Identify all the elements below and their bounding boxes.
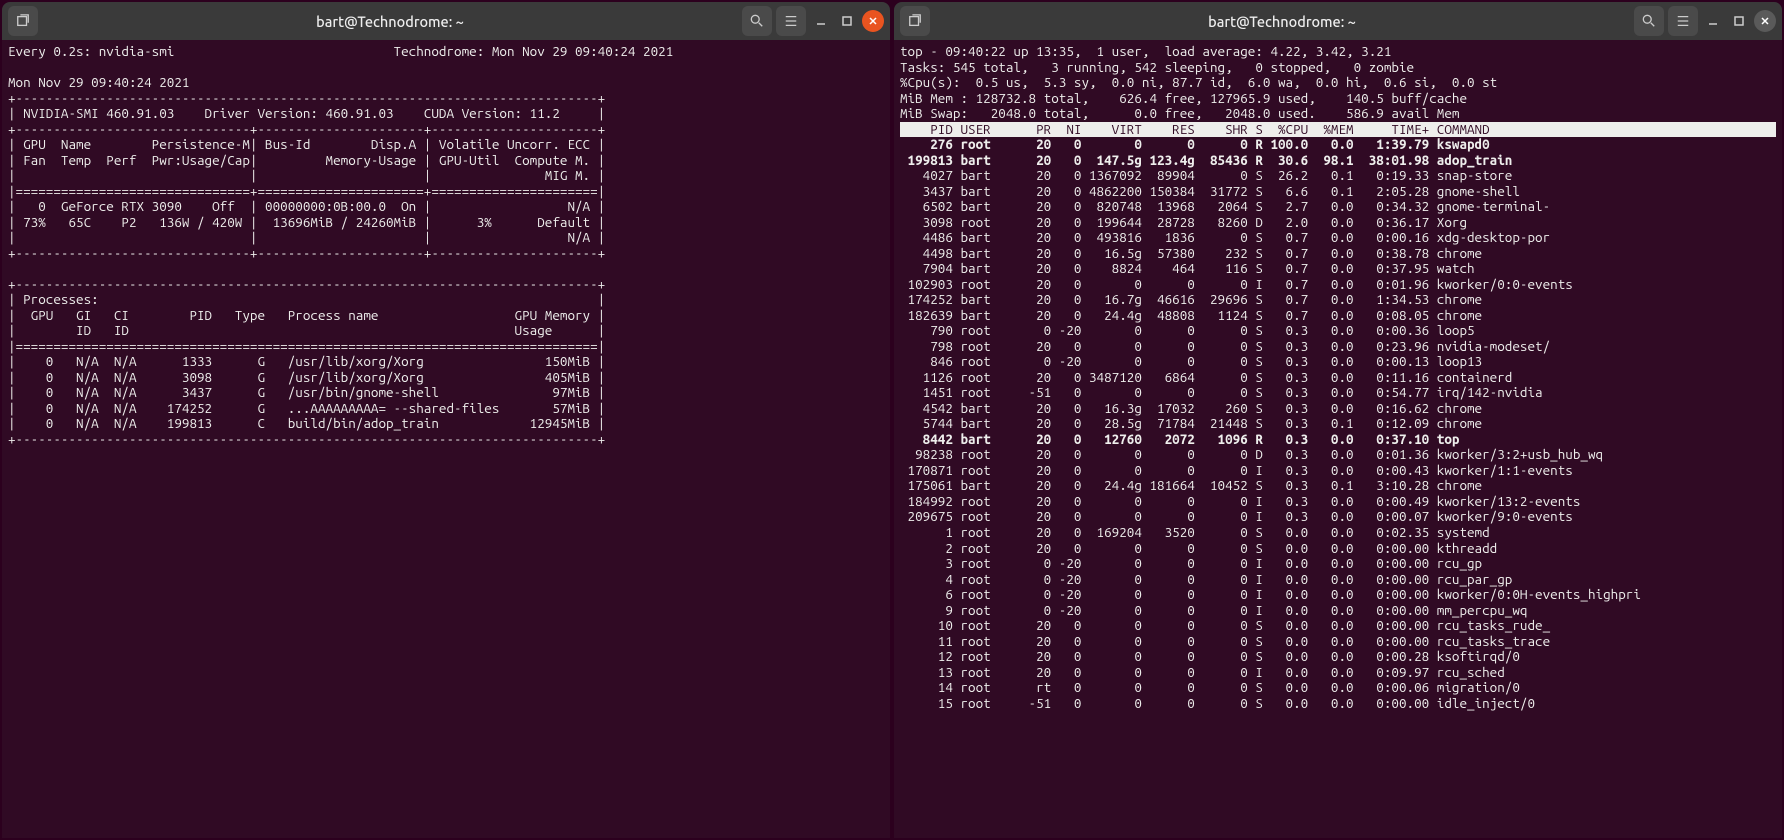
top-row: 4498 bart 20 0 16.5g 57380 232 S 0.7 0.0… xyxy=(900,246,1776,262)
search-button[interactable] xyxy=(742,6,772,36)
top-row: 3 root 0 -20 0 0 0 I 0.0 0.0 0:00.00 rcu… xyxy=(900,556,1776,572)
search-icon xyxy=(750,14,764,28)
maximize-icon xyxy=(841,15,853,27)
terminal-content-left[interactable]: Every 0.2s: nvidia-smi Technodrome: Mon … xyxy=(2,40,890,838)
top-row: 13 root 20 0 0 0 0 I 0.0 0.0 0:09.97 rcu… xyxy=(900,665,1776,681)
top-row: 9 root 0 -20 0 0 0 I 0.0 0.0 0:00.00 mm_… xyxy=(900,603,1776,619)
close-button[interactable] xyxy=(1754,10,1776,32)
top-row: 5744 bart 20 0 28.5g 71784 21448 S 0.3 0… xyxy=(900,416,1776,432)
top-row: 199813 bart 20 0 147.5g 123.4g 85436 R 3… xyxy=(900,153,1776,169)
top-row: 4027 bart 20 0 1367092 89904 0 S 26.2 0.… xyxy=(900,168,1776,184)
minimize-button[interactable] xyxy=(1702,10,1724,32)
top-row: Tasks: 545 total, 3 running, 542 sleepin… xyxy=(900,60,1776,76)
top-row: 276 root 20 0 0 0 0 R 100.0 0.0 1:39.79 … xyxy=(900,137,1776,153)
top-row: 1 root 20 0 169204 3520 0 S 0.0 0.0 0:02… xyxy=(900,525,1776,541)
new-tab-icon xyxy=(908,14,922,28)
top-row: 11 root 20 0 0 0 0 S 0.0 0.0 0:00.00 rcu… xyxy=(900,634,1776,650)
search-icon xyxy=(1642,14,1656,28)
maximize-button[interactable] xyxy=(836,10,858,32)
top-row: 1126 root 20 0 3487120 6864 0 S 0.3 0.0 … xyxy=(900,370,1776,386)
minimize-button[interactable] xyxy=(810,10,832,32)
top-row: 10 root 20 0 0 0 0 S 0.0 0.0 0:00.00 rcu… xyxy=(900,618,1776,634)
terminal-window-left: bart@Technodrome: ~ Every 0.2s: nvidia-s… xyxy=(2,2,890,838)
minimize-icon xyxy=(1707,15,1719,27)
minimize-icon xyxy=(815,15,827,27)
window-title-right: bart@Technodrome: ~ xyxy=(1208,13,1356,30)
top-row: 3098 root 20 0 199644 28728 8260 D 2.0 0… xyxy=(900,215,1776,231)
top-row: 798 root 20 0 0 0 0 S 0.3 0.0 0:23.96 nv… xyxy=(900,339,1776,355)
top-row: MiB Mem : 128732.8 total, 626.4 free, 12… xyxy=(900,91,1776,107)
top-row: 182639 bart 20 0 24.4g 48808 1124 S 0.7 … xyxy=(900,308,1776,324)
close-icon xyxy=(1759,15,1771,27)
close-icon xyxy=(867,15,879,27)
new-tab-icon xyxy=(16,14,30,28)
menu-button[interactable] xyxy=(776,6,806,36)
top-row: 4542 bart 20 0 16.3g 17032 260 S 0.3 0.0… xyxy=(900,401,1776,417)
top-row: 184992 root 20 0 0 0 0 I 0.3 0.0 0:00.49… xyxy=(900,494,1776,510)
top-header-row: PID USER PR NI VIRT RES SHR S %CPU %MEM … xyxy=(900,122,1776,138)
hamburger-icon xyxy=(784,14,798,28)
top-row: 170871 root 20 0 0 0 0 I 0.3 0.0 0:00.43… xyxy=(900,463,1776,479)
window-title-left: bart@Technodrome: ~ xyxy=(316,13,464,30)
top-row: 790 root 0 -20 0 0 0 S 0.3 0.0 0:00.36 l… xyxy=(900,323,1776,339)
titlebar-left: bart@Technodrome: ~ xyxy=(2,2,890,40)
top-row: 3437 bart 20 0 4862200 150384 31772 S 6.… xyxy=(900,184,1776,200)
menu-button[interactable] xyxy=(1668,6,1698,36)
terminal-content-right[interactable]: top - 09:40:22 up 13:35, 1 user, load av… xyxy=(894,40,1782,838)
close-button[interactable] xyxy=(862,10,884,32)
search-button[interactable] xyxy=(1634,6,1664,36)
maximize-button[interactable] xyxy=(1728,10,1750,32)
new-tab-button[interactable] xyxy=(900,6,930,36)
top-row: 15 root -51 0 0 0 0 S 0.0 0.0 0:00.00 id… xyxy=(900,696,1776,712)
hamburger-icon xyxy=(1676,14,1690,28)
top-row: 1451 root -51 0 0 0 0 S 0.3 0.0 0:54.77 … xyxy=(900,385,1776,401)
top-row: MiB Swap: 2048.0 total, 0.0 free, 2048.0… xyxy=(900,106,1776,122)
top-row: 7904 bart 20 0 8824 464 116 S 0.7 0.0 0:… xyxy=(900,261,1776,277)
top-row: %Cpu(s): 0.5 us, 5.3 sy, 0.0 ni, 87.7 id… xyxy=(900,75,1776,91)
top-row: 4 root 0 -20 0 0 0 I 0.0 0.0 0:00.00 rcu… xyxy=(900,572,1776,588)
top-row: top - 09:40:22 up 13:35, 1 user, load av… xyxy=(900,44,1776,60)
top-row: 6 root 0 -20 0 0 0 I 0.0 0.0 0:00.00 kwo… xyxy=(900,587,1776,603)
top-row: 6502 bart 20 0 820748 13968 2064 S 2.7 0… xyxy=(900,199,1776,215)
maximize-icon xyxy=(1733,15,1745,27)
top-row: 102903 root 20 0 0 0 0 I 0.7 0.0 0:01.96… xyxy=(900,277,1776,293)
top-row: 98238 root 20 0 0 0 0 D 0.3 0.0 0:01.36 … xyxy=(900,447,1776,463)
top-row: 2 root 20 0 0 0 0 S 0.0 0.0 0:00.00 kthr… xyxy=(900,541,1776,557)
top-row: 4486 bart 20 0 493816 1836 0 S 0.7 0.0 0… xyxy=(900,230,1776,246)
top-row: 8442 bart 20 0 12760 2072 1096 R 0.3 0.0… xyxy=(900,432,1776,448)
top-row: 174252 bart 20 0 16.7g 46616 29696 S 0.7… xyxy=(900,292,1776,308)
new-tab-button[interactable] xyxy=(8,6,38,36)
top-row: 14 root rt 0 0 0 0 S 0.0 0.0 0:00.06 mig… xyxy=(900,680,1776,696)
titlebar-right: bart@Technodrome: ~ xyxy=(894,2,1782,40)
top-row: 175061 bart 20 0 24.4g 181664 10452 S 0.… xyxy=(900,478,1776,494)
top-row: 209675 root 20 0 0 0 0 I 0.3 0.0 0:00.07… xyxy=(900,509,1776,525)
top-row: 12 root 20 0 0 0 0 S 0.0 0.0 0:00.28 kso… xyxy=(900,649,1776,665)
terminal-window-right: bart@Technodrome: ~ top - 09:40:22 up 13… xyxy=(894,2,1782,838)
top-row: 846 root 0 -20 0 0 0 S 0.3 0.0 0:00.13 l… xyxy=(900,354,1776,370)
